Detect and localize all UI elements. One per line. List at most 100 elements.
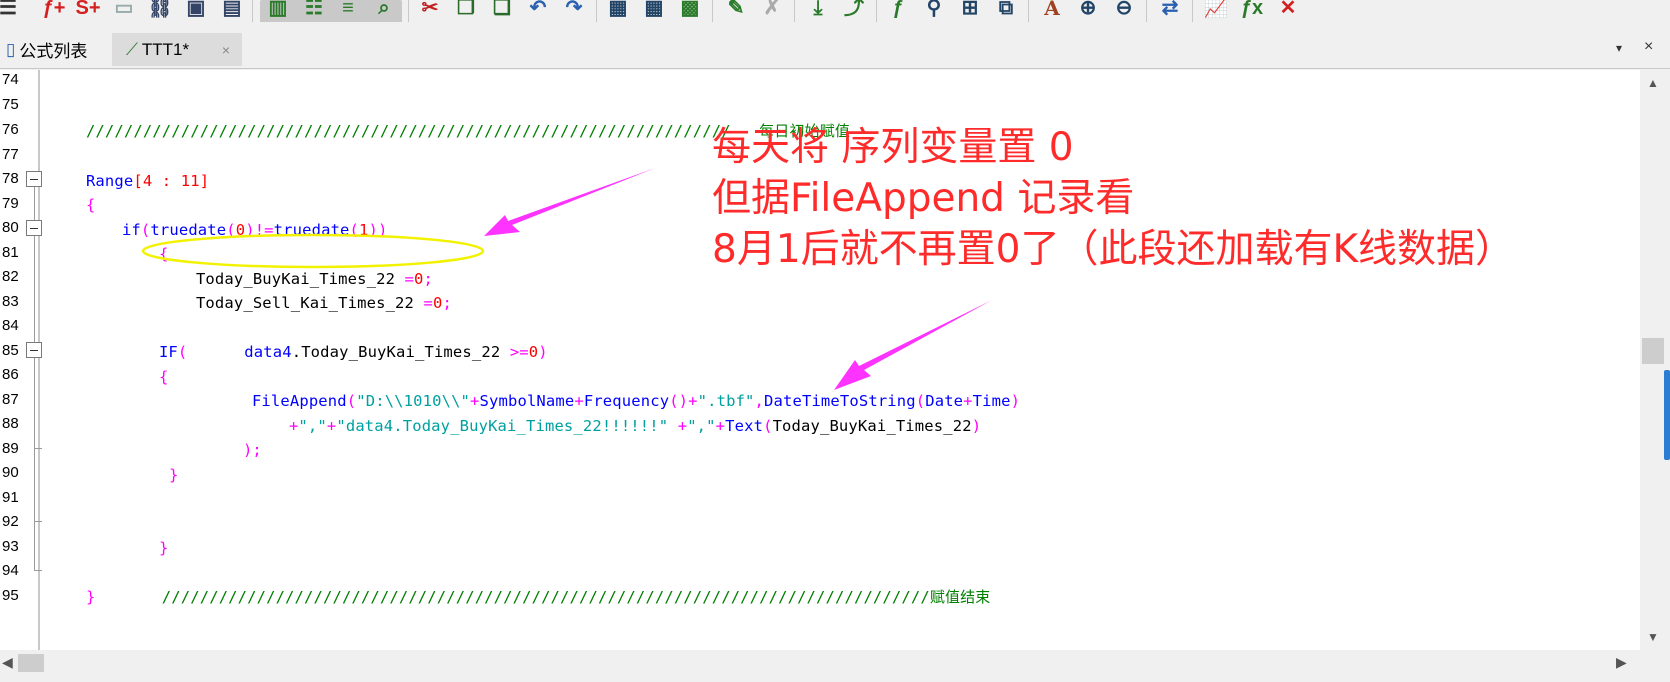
font-icon[interactable]: A <box>1040 0 1064 18</box>
link-icon[interactable]: ⛓ <box>147 0 172 18</box>
export-icon[interactable]: ⤴ <box>842 0 866 18</box>
code-line-89: } <box>131 436 178 484</box>
brace: } <box>158 539 169 557</box>
line-number: 75 <box>2 96 19 113</box>
find-in-files-icon[interactable]: ⌕ <box>372 0 396 18</box>
toolbar-separator <box>1192 0 1193 22</box>
chart-icon[interactable]: 📈 <box>1204 0 1229 18</box>
code-line-84: IF( data4.Today_BuyKai_Times_22 >=0) <box>121 313 548 361</box>
number: 0 <box>528 343 539 361</box>
operator: ; <box>442 294 452 312</box>
scroll-down-icon[interactable]: ▼ <box>1647 630 1659 644</box>
operator: + <box>288 417 299 435</box>
code-line-78: { <box>48 166 95 214</box>
tab-formula-list[interactable]: ▯ 公式列表 <box>2 33 107 66</box>
fold-toggle-icon[interactable] <box>26 171 42 187</box>
paste-icon[interactable]: ❏ <box>490 0 514 18</box>
toolbar-separator <box>408 0 409 22</box>
line-number: 74 <box>2 71 19 88</box>
string: "data4.Today_BuyKai_Times_22!!!!!!" <box>336 417 669 435</box>
import-icon[interactable]: ⤓ <box>806 0 830 18</box>
layout-icon[interactable]: ▥ <box>266 0 290 18</box>
line-number: 79 <box>2 195 19 212</box>
arrow-1 <box>484 168 655 236</box>
save-all-icon[interactable]: ▤ <box>220 0 244 18</box>
tree-icon[interactable]: ☷ <box>302 0 326 18</box>
vertical-scrollbar[interactable]: ▲ ▼ <box>1640 70 1668 650</box>
line-number: 92 <box>2 513 19 530</box>
fold-guide <box>34 187 35 571</box>
number: 4 : 11 <box>142 172 200 190</box>
open-icon[interactable]: ▭ <box>112 0 136 18</box>
bars-icon[interactable]: ▩ <box>678 0 702 18</box>
vertical-scroll-thumb[interactable] <box>1642 338 1664 364</box>
string: "," <box>298 417 327 435</box>
line-number: 87 <box>2 391 19 408</box>
operator: ) <box>971 417 982 435</box>
string: "," <box>687 417 716 435</box>
operator: . <box>291 343 302 361</box>
line-number: 80 <box>2 219 19 236</box>
tab-close-icon[interactable]: × <box>222 42 230 58</box>
horizontal-scroll-thumb[interactable] <box>18 654 44 672</box>
toolbar-separator <box>712 0 713 22</box>
toolbar-separator <box>596 0 597 22</box>
zoom-in-icon[interactable]: ⊕ <box>1076 0 1100 18</box>
scroll-left-icon[interactable]: ◀ <box>2 654 13 671</box>
brace: } <box>85 588 96 606</box>
scroll-up-icon[interactable]: ▲ <box>1647 76 1659 90</box>
line-number: 91 <box>2 489 19 506</box>
edit-icon[interactable]: ✎ <box>724 0 748 18</box>
line-number: 82 <box>2 268 19 285</box>
function: Text <box>725 417 764 435</box>
structure-icon[interactable]: ⊞ <box>958 0 982 18</box>
line-number: 76 <box>2 121 19 138</box>
line-number: 84 <box>2 317 19 334</box>
operator: ) <box>1010 392 1021 410</box>
toolbar-separator <box>794 0 795 22</box>
code-editor[interactable]: 74 75 76 77 78 79 80 81 82 83 84 85 86 8… <box>0 70 1640 650</box>
clear-icon[interactable]: ✗ <box>760 0 784 18</box>
copy-icon[interactable]: ❐ <box>454 0 478 18</box>
annotation-line-1: 每天将 序列变量置 0 <box>712 125 1074 170</box>
close-window-icon[interactable]: × <box>1644 38 1653 56</box>
fold-toggle-icon[interactable] <box>26 220 42 236</box>
horizontal-scrollbar[interactable]: ◀ ▶ <box>0 650 1640 676</box>
new-function-icon[interactable]: ƒ+ <box>42 0 66 18</box>
function: truedate <box>273 221 350 239</box>
line-number: 85 <box>2 342 19 359</box>
function-icon[interactable]: ƒ <box>886 0 910 18</box>
zoom-out-icon[interactable]: ⊖ <box>1112 0 1136 18</box>
operator: ) <box>538 343 548 361</box>
outdent-icon[interactable]: ▦ <box>642 0 666 18</box>
fold-end-marker <box>34 570 42 571</box>
tab-ttt1[interactable]: ⟋ TTT1* × <box>112 33 242 66</box>
redo-icon[interactable]: ↷ <box>562 0 586 18</box>
number: 1 <box>359 221 369 239</box>
undo-icon[interactable]: ↶ <box>526 0 550 18</box>
line-number: 90 <box>2 464 19 481</box>
cut-icon[interactable]: ✂ <box>418 0 442 18</box>
comment: 赋值结束 <box>929 588 991 606</box>
fold-end-marker <box>34 448 42 449</box>
new-strategy-icon[interactable]: S+ <box>75 0 100 18</box>
view-icon[interactable]: ≡ <box>336 0 360 18</box>
indent-icon[interactable]: ▦ <box>606 0 630 18</box>
operator: ( <box>226 221 236 239</box>
menu-icon[interactable]: ☰ <box>0 0 20 18</box>
line-number: 95 <box>2 587 19 604</box>
refresh-icon[interactable]: ⇄ <box>1158 0 1182 18</box>
search-icon[interactable]: ⚲ <box>922 0 946 18</box>
operator: )) <box>368 221 388 239</box>
fx-icon[interactable]: ƒx <box>1240 0 1264 18</box>
tab-dropdown-icon[interactable]: ▾ <box>1616 41 1622 55</box>
code-line-92: } <box>121 509 168 557</box>
save-icon[interactable]: ▣ <box>184 0 208 18</box>
scroll-right-icon[interactable]: ▶ <box>1616 654 1627 671</box>
tab-label: 公式列表 <box>19 42 88 61</box>
fold-toggle-icon[interactable] <box>26 342 42 358</box>
line-number: 78 <box>2 170 19 187</box>
list-icon: ▯ <box>6 39 16 59</box>
delete-icon[interactable]: ✕ <box>1276 0 1300 18</box>
preview-icon[interactable]: ⧉ <box>994 0 1018 18</box>
